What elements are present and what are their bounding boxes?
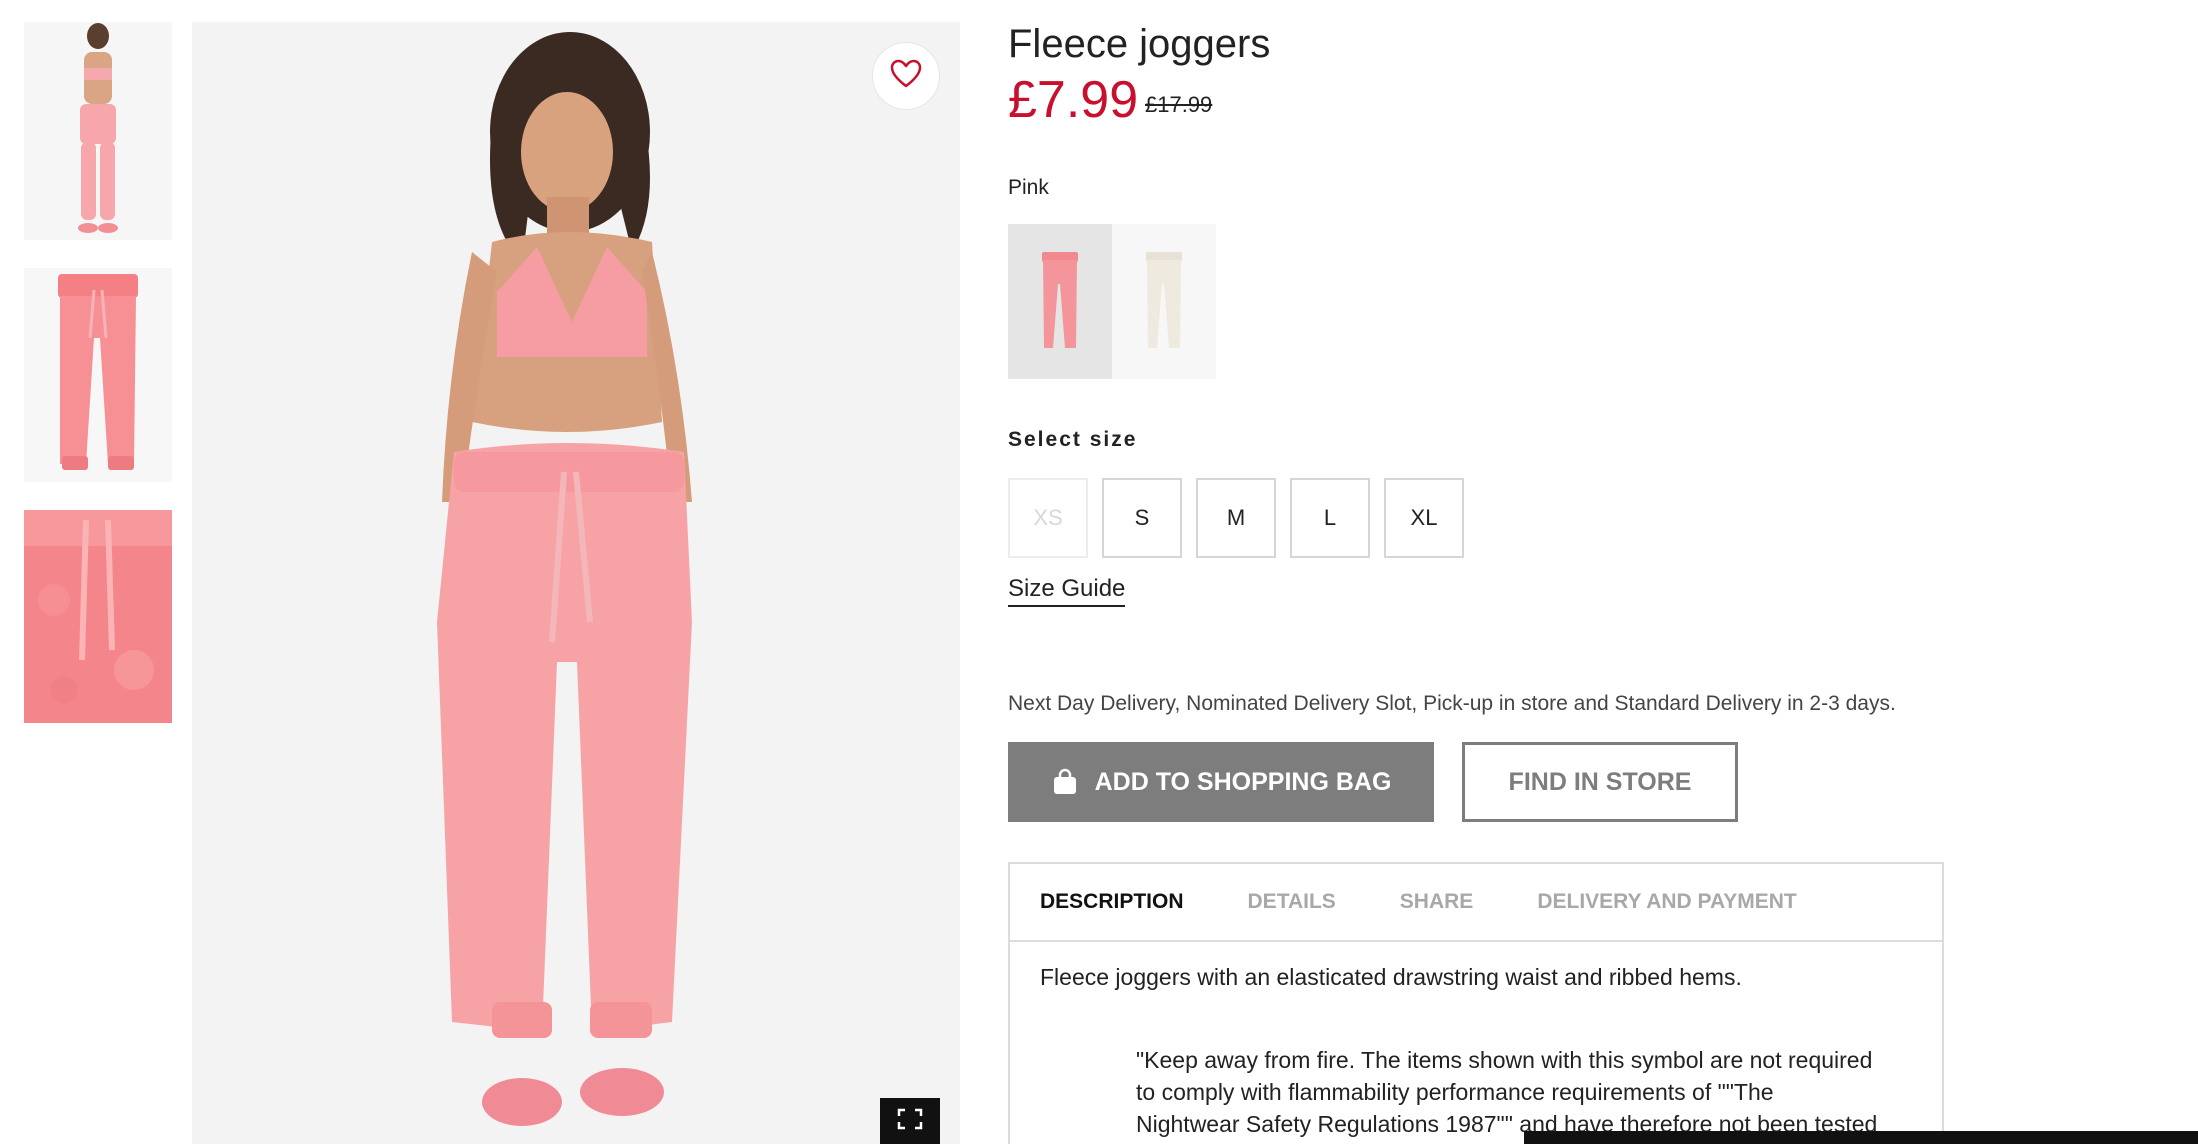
size-option-xl[interactable]: XL [1384,478,1464,558]
product-price: £7.99 [1008,71,1139,129]
shopping-bag-icon [1051,768,1079,796]
size-option-m[interactable]: M [1196,478,1276,558]
thumbnail-list [24,22,172,751]
favorite-button[interactable] [872,42,940,110]
care-warning-line: "Keep away from fire. The items shown wi… [1136,1047,1873,1073]
size-option-xs[interactable]: XS [1008,478,1088,558]
size-option-s[interactable]: S [1102,478,1182,558]
care-warning-text: "Keep away from fire. The items shown wi… [1136,1044,1926,1140]
thumbnail-fabric-detail[interactable] [24,510,172,723]
heart-icon [890,59,922,94]
thumbnail-product-flat[interactable] [24,268,172,482]
care-warning-line: to comply with flammability performance … [1136,1079,1774,1105]
size-guide-link[interactable]: Size Guide [1008,575,1126,607]
tab-description[interactable]: DESCRIPTION [1040,890,1184,914]
tab-share[interactable]: SHARE [1400,890,1474,914]
fullscreen-button[interactable] [880,1098,940,1144]
color-swatch-pink[interactable] [1008,224,1112,379]
add-to-bag-label: ADD TO SHOPPING BAG [1094,767,1392,796]
tab-details[interactable]: DETAILS [1248,890,1336,914]
selected-color-name: Pink [1008,176,1049,199]
add-to-bag-button[interactable]: ADD TO SHOPPING BAG [1008,742,1434,822]
product-tabs: DESCRIPTION DETAILS SHARE DELIVERY AND P… [1008,862,1944,1144]
find-in-store-button[interactable]: FIND IN STORE [1462,742,1738,822]
select-size-label: Select size [1008,428,1138,451]
tab-bar: DESCRIPTION DETAILS SHARE DELIVERY AND P… [1010,864,1942,942]
size-option-l[interactable]: L [1290,478,1370,558]
product-title: Fleece joggers [1008,22,1271,66]
description-summary: Fleece joggers with an elasticated draws… [1040,964,1742,990]
tab-delivery-and-payment[interactable]: DELIVERY AND PAYMENT [1537,890,1796,914]
bottom-banner [1524,1131,2198,1144]
color-swatch-cream[interactable] [1112,224,1216,379]
delivery-info: Next Day Delivery, Nominated Delivery Sl… [1008,692,1896,715]
size-options: XS S M L XL [1008,478,1478,558]
original-price: £17.99 [1145,92,1213,117]
main-product-image[interactable] [192,22,960,1144]
fullscreen-icon [897,1108,923,1135]
thumbnail-model-front[interactable] [24,22,172,240]
